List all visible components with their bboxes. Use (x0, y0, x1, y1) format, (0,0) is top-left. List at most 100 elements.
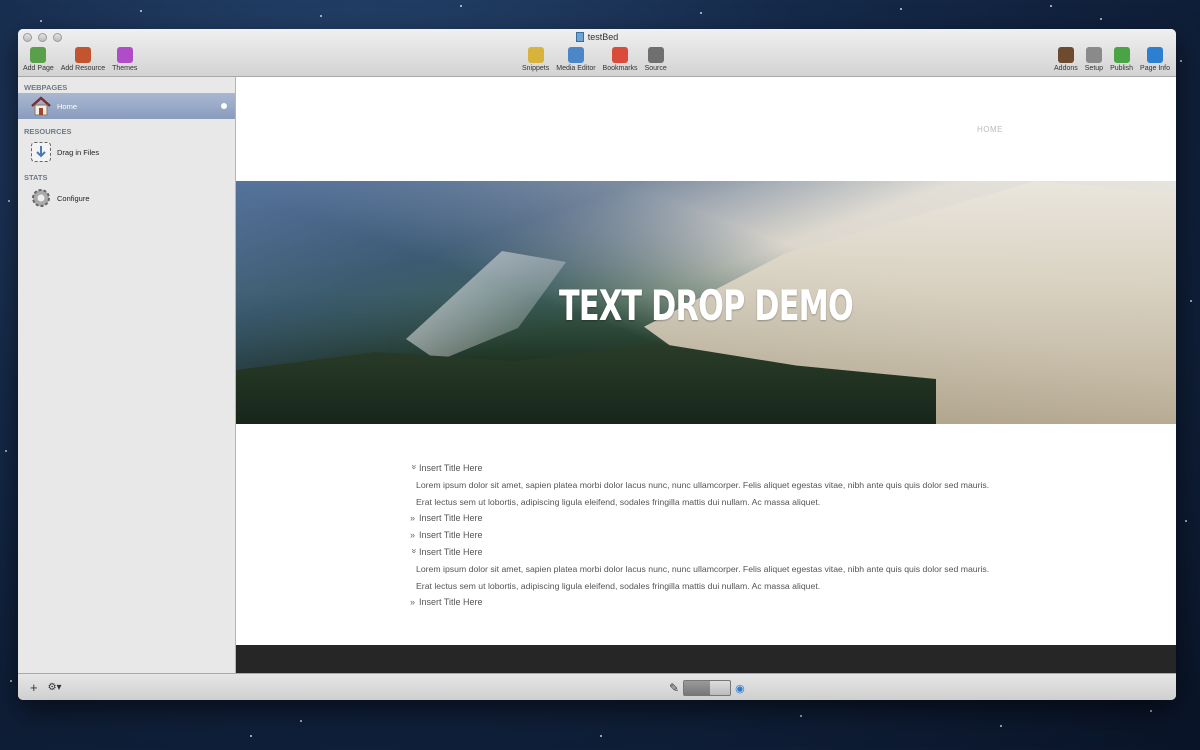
accordion-title-text: Insert Title Here (419, 597, 483, 608)
edit-preview-toggle[interactable] (683, 680, 732, 696)
accordion-title-text: Insert Title Here (419, 547, 483, 558)
add-page-icon (30, 47, 47, 63)
document-icon (575, 32, 584, 42)
accordion-body: Lorem ipsum dolor sit amet, sapien plate… (416, 480, 990, 507)
chevron-down-icon: » (409, 548, 420, 554)
toolbar-label: Source (644, 65, 667, 72)
toolbar-label: Snippets (522, 65, 550, 72)
star (300, 720, 302, 722)
eye-icon[interactable]: ◉ (735, 682, 745, 695)
gear-menu-icon[interactable]: ⚙▾ (48, 682, 62, 695)
accordion-title-text: Insert Title Here (419, 530, 483, 541)
hero-title: TEXT DROP DEMO (558, 281, 854, 330)
accordion-body: Lorem ipsum dolor sit amet, sapien plate… (416, 564, 990, 591)
sidebar-item-drag-in-files[interactable]: Drag in Files (18, 139, 235, 165)
toolbar-label: Publish (1110, 65, 1134, 72)
toolbar-label: Media Editor (556, 65, 596, 72)
snippets-button[interactable]: Snippets (522, 47, 549, 72)
chevron-right-icon: » (410, 513, 416, 524)
addons-button[interactable]: Addons (1054, 47, 1078, 72)
star (5, 450, 7, 452)
toolbar-label: Setup (1084, 65, 1104, 72)
media-editor-icon (567, 47, 584, 63)
title-bar: testBed Add Page Add Resource Themes Snipp… (18, 29, 1176, 77)
accordion-title[interactable]: »Insert Title Here (410, 510, 990, 527)
themes-icon (116, 47, 133, 63)
toolbar-label: Bookmarks (602, 65, 638, 72)
source-button[interactable]: Source (645, 47, 667, 72)
addons-icon (1057, 47, 1074, 63)
star (1185, 520, 1187, 522)
sidebar-item-label: Drag in Files (57, 147, 100, 157)
page-preview: HOME TEXT DROP DEMO »Insert Title Here Lo… (236, 77, 1176, 673)
star (1150, 710, 1152, 712)
themes-button[interactable]: Themes (112, 47, 137, 72)
accordion: »Insert Title Here Lorem ipsum dolor sit … (410, 460, 990, 611)
download-icon (30, 141, 52, 163)
webpages-heading: WEBPAGES (24, 83, 68, 92)
add-icon[interactable]: + (30, 680, 38, 695)
add-resource-icon (74, 47, 91, 63)
nav-home-link[interactable]: HOME (977, 125, 1003, 134)
star (140, 10, 142, 12)
toolbar-center: Snippets Media Editor Bookmarks Source (522, 47, 667, 72)
accordion-title[interactable]: »Insert Title Here (410, 527, 990, 544)
publish-icon (1113, 47, 1130, 63)
hero-banner: TEXT DROP DEMO (236, 181, 1176, 424)
accordion-title-text: Insert Title Here (419, 463, 483, 473)
star (800, 715, 802, 717)
star (1180, 60, 1182, 62)
star (1100, 18, 1102, 20)
star (1190, 300, 1192, 302)
sidebar-item-home[interactable]: Home (18, 93, 235, 119)
accordion-title-text: Insert Title Here (419, 513, 483, 524)
setup-icon (1085, 47, 1102, 63)
chevron-down-icon: » (409, 464, 420, 470)
add-page-button[interactable]: Add Page (23, 47, 54, 72)
accordion-title[interactable]: »Insert Title Here (410, 544, 990, 561)
publish-button[interactable]: Publish (1110, 47, 1133, 72)
gear-icon (30, 187, 52, 209)
star (10, 680, 12, 682)
house-icon (30, 95, 52, 117)
star (700, 12, 702, 14)
star (320, 15, 322, 17)
page-footer (236, 645, 1176, 673)
sidebar-item-configure[interactable]: Configure (18, 185, 235, 211)
star (1050, 5, 1052, 7)
star (600, 735, 602, 737)
page-status-dot (221, 103, 227, 109)
star (250, 735, 252, 737)
pencil-icon[interactable]: ✎ (669, 681, 679, 695)
sidebar-item-label: Configure (57, 193, 90, 203)
star (460, 5, 462, 7)
bottom-bar: + ⚙▾ ✎ ◉ (18, 673, 1176, 700)
accordion-title[interactable]: »Insert Title Here (410, 594, 990, 611)
media-editor-button[interactable]: Media Editor (556, 47, 596, 72)
chevron-right-icon: » (410, 597, 416, 608)
page-info-icon (1147, 47, 1164, 63)
sidebar: WEBPAGES Home RESOURCES Drag in Files ST… (18, 77, 236, 673)
toolbar-label: Page Info (1140, 65, 1170, 72)
toolbar-left: Add Page Add Resource Themes (23, 47, 137, 72)
chevron-right-icon: » (410, 530, 416, 541)
sidebar-item-label: Home (57, 101, 78, 111)
bookmarks-icon (612, 47, 629, 63)
source-icon (647, 47, 664, 63)
toolbar-label: Add Page (23, 65, 54, 72)
star (900, 8, 902, 10)
add-resource-button[interactable]: Add Resource (61, 47, 105, 72)
toolbar-label: Addons (1054, 65, 1078, 72)
toolbar-label: Add Resource (60, 65, 106, 72)
star (40, 20, 42, 22)
page-info-button[interactable]: Page Info (1140, 47, 1170, 72)
star (1000, 725, 1002, 727)
bookmarks-button[interactable]: Bookmarks (603, 47, 638, 72)
window-title: testBed (18, 32, 1176, 42)
toolbar-label: Themes (112, 65, 138, 72)
app-window: testBed Add Page Add Resource Themes Snipp… (18, 29, 1176, 700)
toggle-knob (684, 681, 711, 695)
accordion-title[interactable]: »Insert Title Here (410, 460, 990, 477)
setup-button[interactable]: Setup (1085, 47, 1103, 72)
resources-heading: RESOURCES (24, 127, 72, 136)
